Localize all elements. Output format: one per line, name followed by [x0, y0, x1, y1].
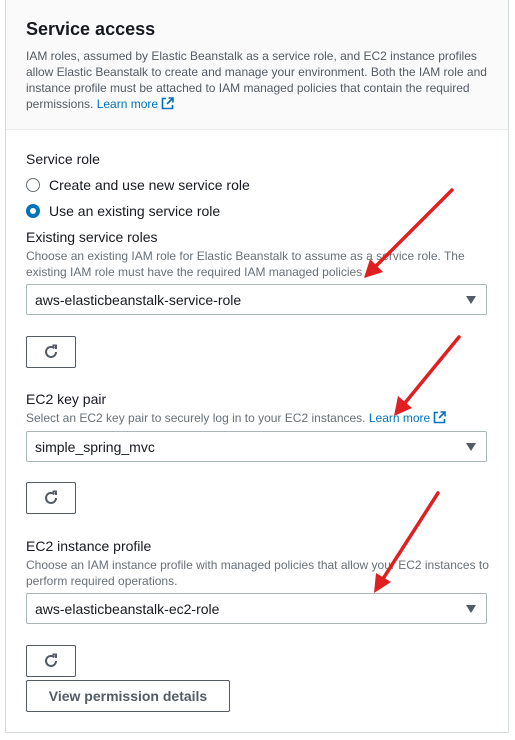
- caret-down-icon: [466, 605, 476, 613]
- radio-create-new-role[interactable]: Create and use new service role: [26, 177, 250, 193]
- panel-header: Service access IAM roles, assumed by Ela…: [6, 0, 508, 130]
- refresh-roles-button[interactable]: [26, 336, 76, 368]
- key-pair-hint-text: Select an EC2 key pair to securely log i…: [26, 411, 366, 425]
- existing-roles-label: Existing service roles: [26, 229, 158, 245]
- external-link-icon: [433, 411, 447, 424]
- key-pair-learn-more-link[interactable]: Learn more: [369, 411, 447, 425]
- external-link-icon: [161, 97, 174, 110]
- existing-roles-hint: Choose an existing IAM role for Elastic …: [26, 249, 465, 279]
- radio-button-unchecked[interactable]: [26, 178, 40, 192]
- panel-description: IAM roles, assumed by Elastic Beanstalk …: [26, 48, 488, 112]
- select-value: aws-elasticbeanstalk-ec2-role: [35, 600, 220, 617]
- caret-down-icon: [466, 443, 476, 451]
- existing-roles-select[interactable]: aws-elasticbeanstalk-service-role: [26, 284, 487, 315]
- panel-title: Service access: [26, 19, 156, 39]
- instance-profile-select[interactable]: aws-elasticbeanstalk-ec2-role: [26, 593, 487, 624]
- radio-use-existing-role[interactable]: Use an existing service role: [26, 203, 220, 219]
- refresh-icon: [45, 653, 57, 667]
- key-pair-label: EC2 key pair: [26, 391, 107, 407]
- key-pair-hint: Select an EC2 key pair to securely log i…: [26, 410, 496, 426]
- caret-down-icon: [466, 296, 476, 304]
- key-pair-select[interactable]: simple_spring_mvc: [26, 431, 487, 462]
- instance-profile-hint: Choose an IAM instance profile with mana…: [26, 558, 489, 588]
- refresh-icon: [45, 344, 57, 358]
- select-value: simple_spring_mvc: [35, 438, 155, 455]
- service-role-label: Service role: [26, 151, 100, 167]
- select-value: aws-elasticbeanstalk-service-role: [35, 291, 242, 308]
- view-permission-details-button[interactable]: View permission details: [26, 680, 230, 712]
- radio-label: Create and use new service role: [49, 177, 250, 193]
- learn-more-link[interactable]: Learn more: [97, 97, 174, 111]
- instance-profile-label: EC2 instance profile: [26, 538, 152, 554]
- refresh-icon: [45, 490, 57, 504]
- description-text: IAM roles, assumed by Elastic Beanstalk …: [26, 49, 487, 111]
- refresh-instance-profiles-button[interactable]: [26, 645, 76, 677]
- radio-button-checked[interactable]: [26, 204, 40, 218]
- radio-label: Use an existing service role: [49, 203, 221, 219]
- refresh-key-pairs-button[interactable]: [26, 482, 76, 514]
